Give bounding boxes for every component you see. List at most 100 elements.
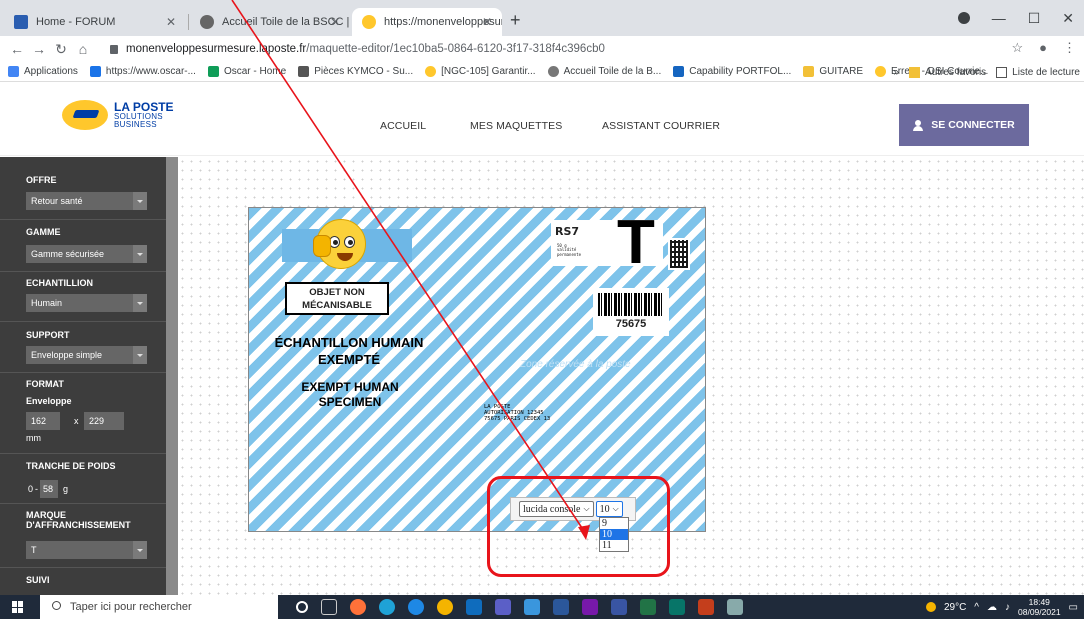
menu-icon[interactable]: ⋮ xyxy=(1063,40,1076,56)
reload-icon[interactable]: ↻ xyxy=(50,41,72,58)
close-icon[interactable]: ✕ xyxy=(330,15,340,29)
nav-accueil[interactable]: ACCUEIL xyxy=(380,120,426,132)
support-select[interactable]: Enveloppe simple xyxy=(26,346,147,364)
project-icon[interactable] xyxy=(669,599,685,615)
bookmark-toile[interactable]: Accueil Toile de la B... xyxy=(547,66,661,77)
reading-list-label: Liste de lecture xyxy=(1012,66,1080,78)
powerpoint-icon[interactable] xyxy=(698,599,714,615)
nav-assistant-courrier[interactable]: ASSISTANT COURRIER xyxy=(602,120,720,132)
chevron-up-icon[interactable]: ^ xyxy=(974,602,979,613)
browser-tabstrip: Home - FORUM ✕ Accueil Toile de la BSCC … xyxy=(0,0,1084,36)
notifications-icon[interactable]: ▭ xyxy=(1069,602,1078,613)
home-icon[interactable]: ⌂ xyxy=(72,41,94,57)
clock[interactable]: 18:49 08/09/2021 xyxy=(1018,597,1061,617)
clock-time: 18:49 xyxy=(1028,597,1050,607)
kymco-icon xyxy=(298,66,310,77)
laposte-favicon-icon xyxy=(362,15,376,29)
gamme-select[interactable]: Gamme sécurisée xyxy=(26,245,147,263)
poids-max-input[interactable]: 58 xyxy=(40,480,58,498)
address-line: 75675 PARIS CEDEX 13 xyxy=(484,416,551,422)
offre-select[interactable]: Retour santé xyxy=(26,192,147,210)
objet-non-mecanisable-box[interactable]: OBJET NON MÉCANISABLE xyxy=(285,282,389,315)
bookmark-ngc[interactable]: [NGC-105] Garantir... xyxy=(425,66,536,77)
close-icon[interactable]: ✕ xyxy=(166,15,176,29)
minimize-icon[interactable]: — xyxy=(992,10,1006,26)
close-window-icon[interactable]: ✕ xyxy=(1062,10,1074,27)
tab-toile-bscc[interactable]: Accueil Toile de la BSCC | La Toile ✕ xyxy=(190,8,350,36)
tab-home-forum[interactable]: Home - FORUM ✕ xyxy=(4,8,186,36)
volume-icon[interactable]: ♪ xyxy=(1005,602,1010,613)
bookmark-label: Capability PORTFOL... xyxy=(689,66,792,77)
specimen-fr-line2: EXEMPTÉ xyxy=(317,352,381,367)
oscar-home-icon xyxy=(207,66,219,77)
star-icon[interactable]: ☆ xyxy=(1011,40,1023,56)
specimen-french-text[interactable]: ÉCHANTILLON HUMAIN EXEMPTÉ xyxy=(264,334,434,368)
temperature[interactable]: 29°C xyxy=(944,602,966,613)
gamme-value: Gamme sécurisée xyxy=(31,249,105,259)
cloud-icon[interactable]: ☁ xyxy=(987,602,997,613)
divider xyxy=(0,219,166,220)
taskbar-search[interactable]: Taper ici pour rechercher xyxy=(40,595,278,619)
excel-icon[interactable] xyxy=(640,599,656,615)
edge-icon[interactable] xyxy=(379,599,395,615)
task-view-icon[interactable] xyxy=(321,599,337,615)
ie-icon[interactable] xyxy=(408,599,424,615)
echantillon-label: ECHANTILLION xyxy=(26,278,93,288)
new-tab-icon[interactable]: + xyxy=(510,10,521,31)
tab-monenveloppe[interactable]: https://monenveloppesurmesure ✕ xyxy=(352,8,502,36)
bookmark-guitare[interactable]: GUITARE xyxy=(803,66,863,77)
bookmarks-more-button[interactable]: » xyxy=(893,67,899,78)
divider xyxy=(0,372,166,373)
laposte-bird-icon xyxy=(62,100,108,130)
marque-select[interactable]: T xyxy=(26,541,147,559)
file-explorer-icon[interactable] xyxy=(524,599,540,615)
objet-line1: OBJET NON xyxy=(309,287,365,298)
profile-icon[interactable]: ● xyxy=(1039,40,1047,56)
return-address[interactable]: LA POSTE AUTORISATION 12345 75675 PARIS … xyxy=(484,404,550,422)
connect-button[interactable]: SE CONNECTER xyxy=(899,104,1029,146)
height-input[interactable]: 229 xyxy=(84,412,124,430)
close-icon[interactable]: ✕ xyxy=(482,15,492,29)
poids-sep: - xyxy=(35,484,38,494)
bookmark-applications[interactable]: Applications xyxy=(8,66,78,77)
visio-icon[interactable] xyxy=(611,599,627,615)
profile-dot-icon[interactable] xyxy=(957,12,970,24)
reading-list[interactable]: Liste de lecture xyxy=(996,66,1080,78)
toolbar-right: ☆ ● ⋮ xyxy=(1011,40,1076,56)
firefox-icon[interactable] xyxy=(350,599,366,615)
sidebar-scrollbar[interactable] xyxy=(166,157,178,595)
bookmark-label: https://www.oscar-... xyxy=(105,66,196,77)
onenote-icon[interactable] xyxy=(582,599,598,615)
outlook-icon[interactable] xyxy=(466,599,482,615)
globe-icon xyxy=(547,66,559,77)
echantillon-select[interactable]: Humain xyxy=(26,294,147,312)
app-icon[interactable] xyxy=(727,599,743,615)
bookmark-oscar-home[interactable]: Oscar - Home xyxy=(207,66,286,77)
specimen-en-line2: SPECIMEN xyxy=(318,395,382,409)
times-sign: x xyxy=(74,416,79,426)
windows-start-icon[interactable] xyxy=(12,601,24,613)
laposte-logo[interactable]: LA POSTE SOLUTIONS BUSINESS xyxy=(62,100,174,130)
tranche-label: TRANCHE DE POIDS xyxy=(26,461,116,471)
search-icon xyxy=(52,601,61,610)
maximize-icon[interactable]: ☐ xyxy=(1028,10,1041,27)
other-bookmarks[interactable]: Autres favoris xyxy=(909,66,987,78)
bookmark-oscar[interactable]: https://www.oscar-... xyxy=(89,66,196,77)
teams-icon[interactable] xyxy=(495,599,511,615)
divider xyxy=(0,271,166,272)
offre-label: OFFRE xyxy=(26,175,57,185)
chrome-icon[interactable] xyxy=(437,599,453,615)
bookmark-kymco[interactable]: Pièces KYMCO - Su... xyxy=(298,66,413,77)
cortana-icon[interactable] xyxy=(296,601,308,613)
bookmark-capability[interactable]: Capability PORTFOL... xyxy=(673,66,791,77)
address-bar[interactable]: monenveloppesurmesure.laposte.fr /maquet… xyxy=(110,38,1070,60)
search-placeholder: Taper ici pour rechercher xyxy=(70,601,192,613)
specimen-english-text[interactable]: EXEMPT HUMAN SPECIMEN xyxy=(270,380,430,410)
weather-icon[interactable] xyxy=(925,602,936,612)
back-icon[interactable]: ← xyxy=(6,41,28,57)
width-input[interactable]: 162 xyxy=(26,412,60,430)
nav-mes-maquettes[interactable]: MES MAQUETTES xyxy=(470,120,562,132)
other-bookmarks-label: Autres favoris xyxy=(925,66,987,78)
word-icon[interactable] xyxy=(553,599,569,615)
forward-icon[interactable]: → xyxy=(28,41,50,57)
